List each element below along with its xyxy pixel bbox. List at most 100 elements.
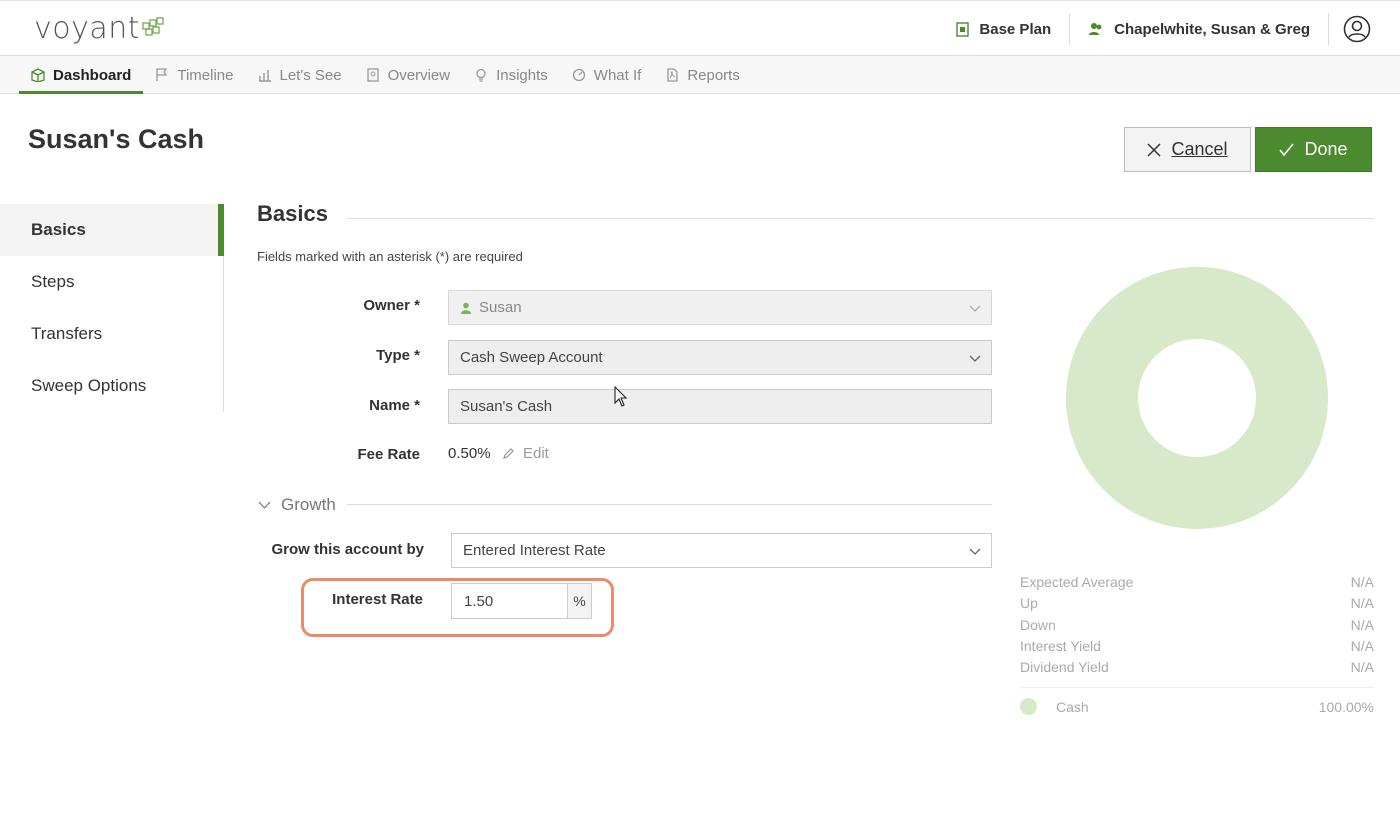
stat-value: N/A <box>1350 637 1374 654</box>
stats-list: Expected Average N/A Up N/A Down N/A Intere… <box>1020 574 1374 680</box>
fee-edit-link[interactable]: Edit <box>502 445 549 462</box>
donut-slice-cash <box>1066 267 1328 529</box>
chevron-down-icon <box>969 305 981 312</box>
voyant-logo[interactable]: voyant <box>34 11 140 46</box>
stat-row: Dividend Yield N/A <box>1020 659 1374 680</box>
stat-value: N/A <box>1350 616 1374 633</box>
sidebar-item-basics[interactable]: Basics <box>0 204 224 256</box>
section-sidebar: Basics Steps Transfers Sweep Options <box>0 204 224 412</box>
pdf-icon <box>667 68 678 82</box>
tab-overview[interactable]: Overview <box>354 56 463 94</box>
interest-rate-value: 1.50 <box>464 592 494 610</box>
legend-label: Cash <box>1056 698 1089 715</box>
percent-unit: % <box>567 583 592 619</box>
page-title: Susan's Cash <box>28 124 204 154</box>
stat-value: N/A <box>1350 595 1374 612</box>
stat-label: Interest Yield <box>1020 637 1101 654</box>
lightbulb-icon <box>476 68 486 82</box>
grow-by-value: Entered Interest Rate <box>463 542 606 559</box>
cancel-button[interactable]: Cancel <box>1124 127 1251 172</box>
gauge-icon <box>572 68 585 82</box>
close-icon <box>1147 142 1162 157</box>
user-account-icon[interactable] <box>1343 15 1371 43</box>
flag-icon <box>156 68 168 81</box>
name-label: Name * <box>369 397 420 414</box>
person-icon <box>461 302 471 314</box>
stat-label: Expected Average <box>1020 574 1134 590</box>
growth-title: Growth <box>281 495 336 514</box>
legend-value: 100.00% <box>1318 698 1374 715</box>
grow-by-select[interactable]: Entered Interest Rate <box>451 533 992 568</box>
stat-label: Dividend Yield <box>1020 659 1109 676</box>
fee-rate-label: Fee Rate <box>357 446 420 463</box>
sidebar-item-steps[interactable]: Steps <box>0 256 223 308</box>
stats-divider <box>1020 687 1374 688</box>
growth-divider <box>347 504 992 505</box>
stat-value: N/A <box>1350 574 1374 590</box>
type-label: Type * <box>376 347 420 364</box>
section-title: Basics <box>257 201 328 226</box>
pencil-icon <box>503 448 514 459</box>
stat-label: Down <box>1020 616 1056 633</box>
plan-selector[interactable]: Base Plan <box>938 13 1069 45</box>
cancel-label: Cancel <box>1171 139 1228 159</box>
done-label: Done <box>1304 139 1348 159</box>
plan-label: Base Plan <box>979 20 1052 38</box>
tab-label: What If <box>593 66 642 84</box>
top-header: voyant Base Plan Chapelwhite, Susan & Gr… <box>0 0 1400 56</box>
name-input[interactable]: Susan's Cash <box>448 389 992 424</box>
mouse-cursor-icon <box>614 386 628 407</box>
document-icon <box>366 68 379 82</box>
chevron-down-icon <box>258 501 271 509</box>
check-icon <box>1279 142 1295 156</box>
chevron-down-icon <box>969 548 981 555</box>
tab-label: Reports <box>687 66 740 84</box>
name-value: Susan's Cash <box>460 398 553 415</box>
allocation-donut-chart <box>1066 267 1328 529</box>
logo-mark-icon <box>142 17 164 36</box>
tab-reports[interactable]: Reports <box>653 56 752 94</box>
tab-insights[interactable]: Insights <box>462 56 560 94</box>
chevron-down-icon <box>969 355 981 362</box>
stat-row: Up N/A <box>1020 595 1374 616</box>
tab-dashboard[interactable]: Dashboard <box>19 56 144 94</box>
owner-value: Susan <box>479 299 522 316</box>
stat-row: Down N/A <box>1020 617 1374 638</box>
grow-by-label: Grow this account by <box>271 541 424 558</box>
stat-value: N/A <box>1350 659 1374 676</box>
tab-label: Let's See <box>279 66 342 84</box>
sidebar-item-transfers[interactable]: Transfers <box>0 308 223 360</box>
dashboard-icon <box>31 68 45 82</box>
owner-select[interactable]: Susan <box>448 290 992 325</box>
tab-timeline[interactable]: Timeline <box>143 56 245 94</box>
tab-label: Overview <box>387 66 451 84</box>
fee-edit-label: Edit <box>523 445 549 462</box>
interest-rate-label: Interest Rate <box>332 591 423 608</box>
sidebar-item-sweep-options[interactable]: Sweep Options <box>0 360 223 412</box>
tab-lets-see[interactable]: Let's See <box>246 56 354 94</box>
owner-label: Owner * <box>363 297 420 314</box>
client-selector[interactable]: Chapelwhite, Susan & Greg <box>1069 13 1328 45</box>
tab-label: Timeline <box>177 66 234 84</box>
tab-what-if[interactable]: What If <box>560 56 654 94</box>
plan-document-icon <box>956 21 970 37</box>
bar-chart-icon <box>258 70 271 82</box>
legend-item-cash: Cash 100.00% <box>1020 698 1374 715</box>
stat-label: Up <box>1020 595 1038 612</box>
main-nav: Dashboard Timeline Let's See Overview In… <box>0 56 1400 94</box>
required-note: Fields marked with an asterisk (*) are r… <box>257 249 523 264</box>
done-button[interactable]: Done <box>1255 127 1372 172</box>
type-value: Cash Sweep Account <box>460 349 603 366</box>
stat-row: Interest Yield N/A <box>1020 638 1374 659</box>
clients-icon <box>1089 23 1102 35</box>
growth-toggle[interactable]: Growth <box>258 495 336 515</box>
client-label: Chapelwhite, Susan & Greg <box>1114 20 1310 38</box>
section-divider <box>347 218 1374 219</box>
tab-label: Insights <box>496 66 548 84</box>
stat-row: Expected Average N/A <box>1020 574 1374 595</box>
legend-swatch <box>1020 698 1037 715</box>
interest-rate-input[interactable]: 1.50 <box>451 583 568 619</box>
type-select[interactable]: Cash Sweep Account <box>448 340 992 375</box>
fee-rate-value: 0.50% <box>448 445 491 462</box>
tab-label: Dashboard <box>53 66 132 84</box>
